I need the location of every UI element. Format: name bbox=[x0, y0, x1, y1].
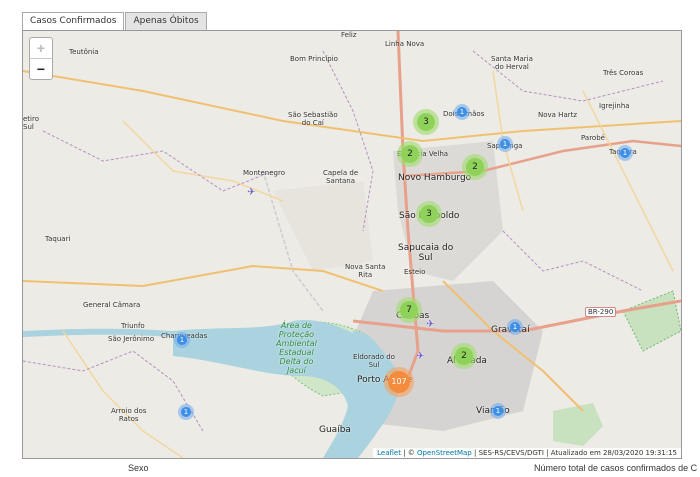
place-label: Teutônia bbox=[69, 48, 99, 56]
airport-icon: ✈ bbox=[426, 319, 435, 330]
place-label: Arroio dos Ratos bbox=[111, 407, 147, 423]
place-label: São Sebastião do Caí bbox=[288, 111, 338, 127]
place-label: Santa Maria do Herval bbox=[491, 55, 533, 71]
airport-icon: ✈ bbox=[247, 187, 256, 198]
case-cluster-marker[interactable]: 1 bbox=[617, 145, 633, 161]
leaflet-link[interactable]: Leaflet bbox=[377, 449, 401, 457]
case-cluster-marker[interactable]: 1 bbox=[507, 319, 523, 335]
place-label: Novo Hamburgo bbox=[398, 173, 472, 183]
place-label: Feliz bbox=[341, 31, 357, 39]
place-label: Igrejinha bbox=[599, 102, 630, 110]
case-cluster-marker[interactable]: 2 bbox=[462, 154, 488, 180]
place-label: Nova Hartz bbox=[538, 111, 578, 119]
place-label: Guaíba bbox=[319, 425, 351, 435]
place-label: General Câmara bbox=[83, 301, 141, 309]
zoom-out-button[interactable]: − bbox=[30, 59, 52, 79]
section-title-total-casos: Número total de casos confirmados de C bbox=[534, 463, 698, 473]
place-label: São Jerônimo bbox=[108, 335, 155, 343]
place-label: Eldorado do Sul bbox=[353, 353, 395, 369]
case-cluster-marker[interactable]: 7 bbox=[396, 297, 422, 323]
case-cluster-marker[interactable]: 1 bbox=[497, 136, 513, 152]
map-view[interactable]: + − Teutônia Feliz Linha Nova Bom Princí… bbox=[22, 30, 682, 459]
zoom-in-button[interactable]: + bbox=[30, 38, 52, 59]
case-cluster-marker[interactable]: 2 bbox=[397, 141, 423, 167]
protected-area-label: Área de Proteção Ambiental Estadual Delt… bbox=[276, 321, 317, 375]
highway-shield: BR-290 bbox=[585, 307, 617, 317]
place-label: Esteio bbox=[404, 268, 426, 276]
place-label: Bom Princípio bbox=[290, 55, 338, 63]
openstreetmap-link[interactable]: OpenStreetMap bbox=[417, 449, 472, 457]
place-label: etiro Sul bbox=[23, 115, 40, 131]
place-label: Sapucaia do Sul bbox=[398, 243, 454, 263]
zoom-control: + − bbox=[29, 37, 53, 80]
place-label: Linha Nova bbox=[385, 40, 425, 48]
place-label: Três Coroas bbox=[603, 69, 644, 77]
tab-casos-confirmados[interactable]: Casos Confirmados bbox=[22, 12, 125, 30]
case-cluster-marker[interactable]: 3 bbox=[413, 109, 439, 135]
case-cluster-marker[interactable]: 107 bbox=[384, 367, 414, 397]
map-base-layer bbox=[23, 31, 681, 458]
place-label: Capela de Santana bbox=[323, 169, 359, 185]
case-cluster-marker[interactable]: 1 bbox=[178, 404, 194, 420]
attribution-separator: | © bbox=[400, 449, 418, 457]
place-label: Taquari bbox=[45, 235, 71, 243]
case-cluster-marker[interactable]: 2 bbox=[451, 343, 477, 369]
case-cluster-marker[interactable]: 1 bbox=[490, 403, 506, 419]
place-label: Nova Santa Rita bbox=[345, 263, 386, 279]
place-label: Triunfo bbox=[121, 322, 145, 330]
case-cluster-marker[interactable]: 1 bbox=[174, 332, 190, 348]
attribution-text: | SES-RS/CEVS/DGTI | Atualizado em 28/03… bbox=[471, 449, 677, 457]
section-title-sexo: Sexo bbox=[128, 463, 149, 473]
case-cluster-marker[interactable]: 1 bbox=[454, 104, 470, 120]
case-cluster-marker[interactable]: 3 bbox=[416, 201, 442, 227]
place-label: Parobé bbox=[581, 134, 605, 142]
tab-apenas-obitos[interactable]: Apenas Óbitos bbox=[125, 12, 207, 30]
place-label: Montenegro bbox=[243, 169, 286, 177]
map-attribution: Leaflet | © OpenStreetMap | SES-RS/CEVS/… bbox=[373, 448, 681, 458]
map-tabs: Casos Confirmados Apenas Óbitos bbox=[22, 12, 208, 30]
airport-icon: ✈ bbox=[416, 351, 425, 362]
